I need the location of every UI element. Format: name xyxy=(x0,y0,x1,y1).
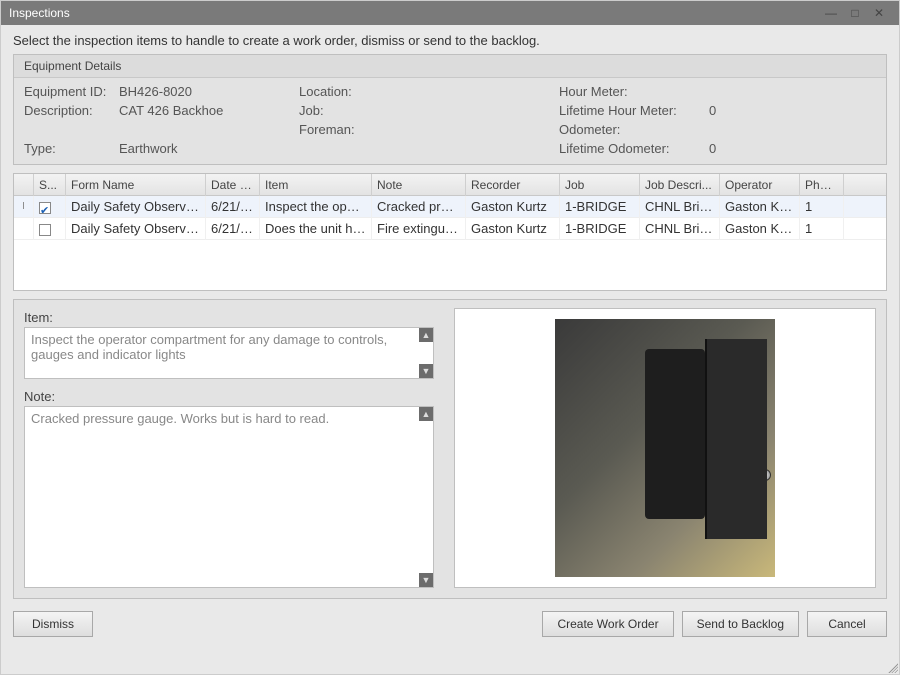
scroll-down-icon[interactable]: ▼ xyxy=(419,573,433,587)
row-job: 1-BRIDGE xyxy=(560,196,640,218)
equipment-header: Equipment Details xyxy=(14,55,886,78)
col-select[interactable]: S... xyxy=(34,174,66,196)
row-form: Daily Safety Observa... xyxy=(66,196,206,218)
table-row[interactable]: I Daily Safety Observa... 6/21/2... Insp… xyxy=(14,196,886,218)
row-operator: Gaston Kurtz xyxy=(720,196,800,218)
value-description: CAT 426 Backhoe xyxy=(119,103,299,118)
photo-viewer[interactable] xyxy=(454,308,876,588)
value-location xyxy=(399,84,559,99)
equipment-body: Equipment ID: BH426-8020 Location: Hour … xyxy=(14,78,886,164)
value-lifetime-odometer: 0 xyxy=(709,141,749,156)
table-row[interactable]: Daily Safety Observa... 6/21/2... Does t… xyxy=(14,218,886,240)
row-select[interactable] xyxy=(34,196,66,218)
value-foreman xyxy=(399,122,559,137)
row-item: Inspect the operat... xyxy=(260,196,372,218)
item-label: Item: xyxy=(24,310,434,325)
col-note[interactable]: Note xyxy=(372,174,466,196)
grid-header: S... Form Name Date R... Item Note Recor… xyxy=(14,174,886,196)
row-form: Daily Safety Observa... xyxy=(66,218,206,240)
label-description: Description: xyxy=(24,103,119,118)
row-handle[interactable] xyxy=(14,218,34,240)
item-text: Inspect the operator compartment for any… xyxy=(31,332,387,362)
row-date: 6/21/2... xyxy=(206,196,260,218)
col-form[interactable]: Form Name xyxy=(66,174,206,196)
blank1 xyxy=(24,122,119,137)
col-jobdesc[interactable]: Job Descri... xyxy=(640,174,720,196)
send-to-backlog-button[interactable]: Send to Backlog xyxy=(682,611,799,637)
value-odometer xyxy=(709,122,749,137)
label-type: Type: xyxy=(24,141,119,156)
blank2 xyxy=(119,122,299,137)
row-jobdesc: CHNL Bridge xyxy=(640,218,720,240)
value-lifetime-hour-meter: 0 xyxy=(709,103,749,118)
note-textarea[interactable]: Cracked pressure gauge. Works but is har… xyxy=(24,406,434,588)
label-foreman: Foreman: xyxy=(299,122,399,137)
label-odometer: Odometer: xyxy=(559,122,709,137)
col-recorder[interactable]: Recorder xyxy=(466,174,560,196)
resize-grip-icon[interactable] xyxy=(886,661,898,673)
row-select[interactable] xyxy=(34,218,66,240)
note-label: Note: xyxy=(24,389,434,404)
cancel-button[interactable]: Cancel xyxy=(807,611,887,637)
value-job xyxy=(399,103,559,118)
dismiss-button[interactable]: Dismiss xyxy=(13,611,93,637)
row-item: Does the unit hav... xyxy=(260,218,372,240)
window-title: Inspections xyxy=(9,6,819,20)
inspection-photo xyxy=(555,319,775,577)
row-recorder: Gaston Kurtz xyxy=(466,196,560,218)
note-text: Cracked pressure gauge. Works but is har… xyxy=(31,411,329,426)
checkbox-icon[interactable] xyxy=(39,224,51,236)
label-location: Location: xyxy=(299,84,399,99)
close-icon[interactable]: ✕ xyxy=(867,6,891,20)
row-jobdesc: CHNL Bridge xyxy=(640,196,720,218)
spacer xyxy=(101,611,534,637)
label-equipment-id: Equipment ID: xyxy=(24,84,119,99)
detail-panel: Item: Inspect the operator compartment f… xyxy=(13,299,887,599)
scroll-up-icon[interactable]: ▲ xyxy=(419,407,433,421)
create-work-order-button[interactable]: Create Work Order xyxy=(542,611,673,637)
row-operator: Gaston Kurtz xyxy=(720,218,800,240)
col-photos[interactable]: Photos xyxy=(800,174,844,196)
label-job: Job: xyxy=(299,103,399,118)
label-lifetime-odometer: Lifetime Odometer: xyxy=(559,141,709,156)
row-photos: 1 xyxy=(800,196,844,218)
col-item[interactable]: Item xyxy=(260,174,372,196)
row-job: 1-BRIDGE xyxy=(560,218,640,240)
row-note: Fire extinguish... xyxy=(372,218,466,240)
instruction-text: Select the inspection items to handle to… xyxy=(1,25,899,54)
inspections-window: Inspections — □ ✕ Select the inspection … xyxy=(0,0,900,675)
col-job[interactable]: Job xyxy=(560,174,640,196)
footer: Dismiss Create Work Order Send to Backlo… xyxy=(1,607,899,647)
blank4 xyxy=(399,141,559,156)
value-type: Earthwork xyxy=(119,141,299,156)
equipment-panel: Equipment Details Equipment ID: BH426-80… xyxy=(13,54,887,165)
item-textarea[interactable]: Inspect the operator compartment for any… xyxy=(24,327,434,379)
col-date[interactable]: Date R... xyxy=(206,174,260,196)
detail-left: Item: Inspect the operator compartment f… xyxy=(24,308,434,588)
gauges-graphic xyxy=(711,469,771,481)
label-hour-meter: Hour Meter: xyxy=(559,84,709,99)
blank3 xyxy=(299,141,399,156)
scroll-down-icon[interactable]: ▼ xyxy=(419,364,433,378)
maximize-icon[interactable]: □ xyxy=(843,6,867,20)
row-recorder: Gaston Kurtz xyxy=(466,218,560,240)
col-handle[interactable] xyxy=(14,174,34,196)
minimize-icon[interactable]: — xyxy=(819,6,843,20)
scroll-up-icon[interactable]: ▲ xyxy=(419,328,433,342)
row-date: 6/21/2... xyxy=(206,218,260,240)
checkbox-icon[interactable] xyxy=(39,202,51,214)
value-equipment-id: BH426-8020 xyxy=(119,84,299,99)
value-hour-meter xyxy=(709,84,749,99)
row-handle[interactable]: I xyxy=(14,196,34,218)
row-note: Cracked press... xyxy=(372,196,466,218)
titlebar: Inspections — □ ✕ xyxy=(1,1,899,25)
row-photos: 1 xyxy=(800,218,844,240)
warning-label-graphic xyxy=(713,409,743,451)
col-operator[interactable]: Operator xyxy=(720,174,800,196)
inspection-grid[interactable]: S... Form Name Date R... Item Note Recor… xyxy=(13,173,887,291)
label-lifetime-hour-meter: Lifetime Hour Meter: xyxy=(559,103,709,118)
